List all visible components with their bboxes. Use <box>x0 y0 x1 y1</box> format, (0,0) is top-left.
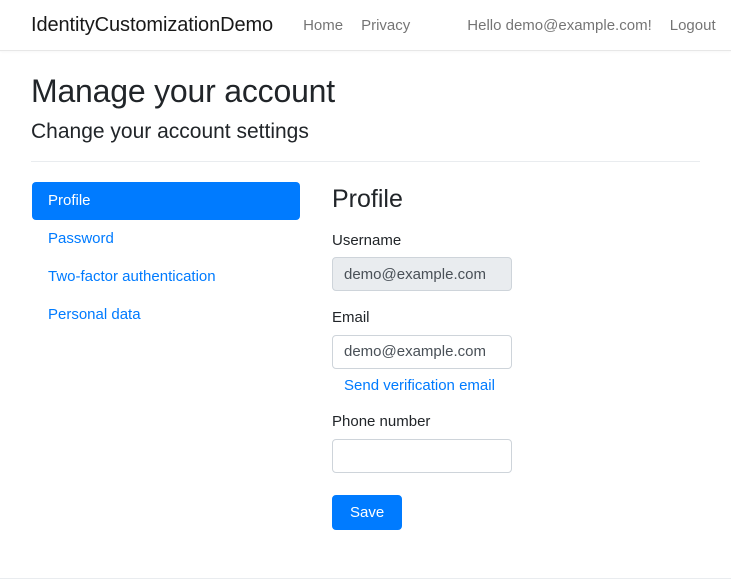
navbar-primary-links: Home Privacy <box>294 17 419 34</box>
nav-link-home[interactable]: Home <box>294 17 352 34</box>
sidebar-item-personal-data[interactable]: Personal data <box>32 296 300 334</box>
page-subtitle: Change your account settings <box>31 120 309 144</box>
username-label: Username <box>332 231 402 249</box>
page-footer <box>0 578 731 583</box>
content-layout: Profile Password Two-factor authenticati… <box>31 181 700 530</box>
username-input <box>332 257 512 292</box>
nav-link-privacy[interactable]: Privacy <box>352 17 419 34</box>
email-input[interactable] <box>332 334 512 369</box>
page-container: Manage your account Change your account … <box>0 72 731 530</box>
send-verification-email-button[interactable]: Send verification email <box>344 376 495 396</box>
profile-form: Username Email Send verification email P… <box>332 231 700 530</box>
sidebar-item-two-factor-authentication[interactable]: Two-factor authentication <box>32 258 300 296</box>
phone-field-group: Phone number <box>332 412 700 473</box>
username-field-group: Username <box>332 231 700 292</box>
phone-number-label: Phone number <box>332 413 431 431</box>
navbar-user-area: Hello demo@example.com! Logout <box>458 17 724 34</box>
top-navbar: IdentityCustomizationDemo Home Privacy H… <box>0 0 731 51</box>
logout-button[interactable]: Logout <box>661 17 725 34</box>
nav-link-greeting[interactable]: Hello demo@example.com! <box>458 17 660 34</box>
settings-sidebar: Profile Password Two-factor authenticati… <box>31 181 300 530</box>
profile-panel: Profile Username Email Send verification… <box>300 182 700 530</box>
phone-number-input[interactable] <box>332 438 512 473</box>
email-label: Email <box>332 309 370 327</box>
sidebar-item-profile[interactable]: Profile <box>32 181 300 220</box>
header-divider <box>31 160 700 162</box>
page-title: Manage your account <box>31 73 335 109</box>
email-field-group: Email Send verification email <box>332 308 700 395</box>
save-button[interactable]: Save <box>332 494 403 530</box>
navbar-brand[interactable]: IdentityCustomizationDemo <box>31 14 273 37</box>
sidebar-item-password[interactable]: Password <box>32 220 300 258</box>
panel-title: Profile <box>332 184 403 213</box>
